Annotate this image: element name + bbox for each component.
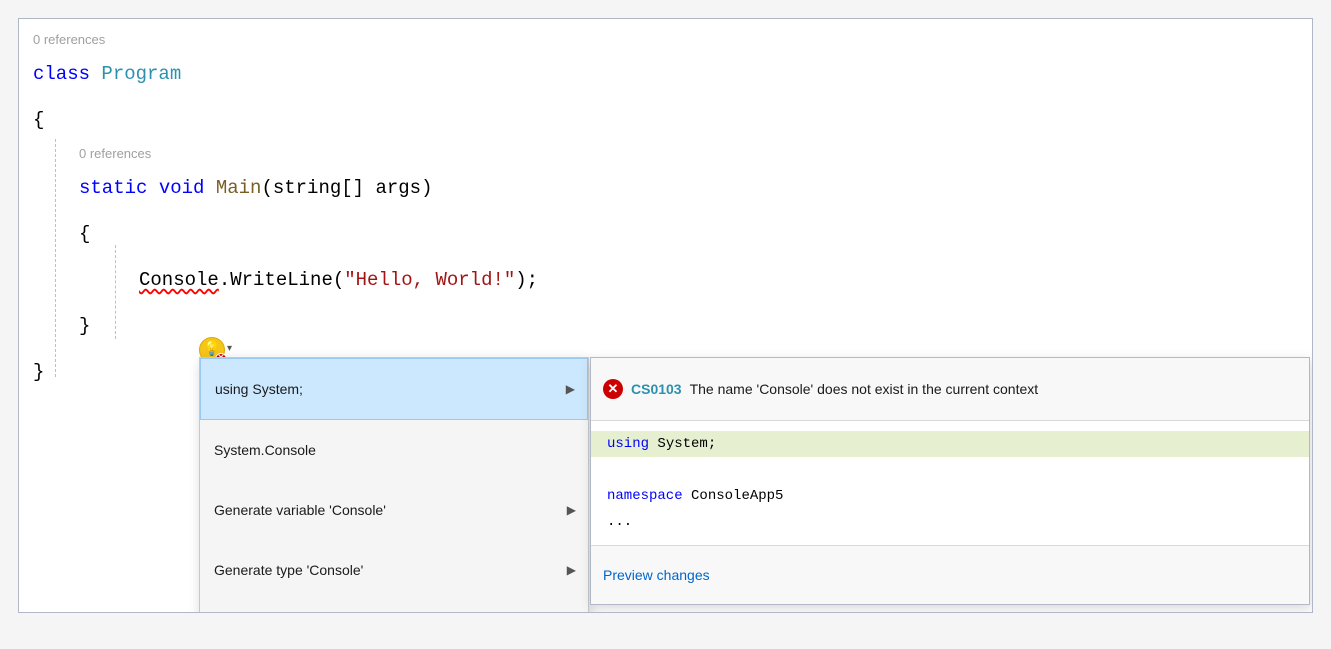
system-text-preview: System; xyxy=(657,436,716,452)
console-text: Console xyxy=(139,257,219,303)
menu-item-using-system-label: using System; xyxy=(215,366,303,412)
brace-close-inner-text: } xyxy=(79,303,90,349)
menu-item-change-console-label: Change 'Console' to 'ConsoleApp5'. xyxy=(214,607,436,613)
void-keyword: void xyxy=(159,165,205,211)
brace-open-inner: { xyxy=(79,211,90,257)
submenu-arrow-generate-var-icon: ▶ xyxy=(567,487,576,533)
inner-brace-open: { xyxy=(19,211,1312,257)
submenu-arrow-icon: ▶ xyxy=(566,366,575,412)
menu-item-system-console-label: System.Console xyxy=(214,427,316,473)
preview-footer: Preview changes xyxy=(591,545,1309,604)
code-editor-window: 0 references class Program { 0 reference… xyxy=(18,18,1313,613)
console-writeline-line: Console .WriteLine( "Hello, World!" ); xyxy=(19,257,1312,303)
class-name-space xyxy=(90,51,101,97)
quick-actions-menu[interactable]: using System; ▶ System.Console Generate … xyxy=(199,357,589,613)
static-keyword: static xyxy=(79,165,147,211)
error-circle-icon: ✕ xyxy=(603,379,623,399)
using-keyword-preview: using xyxy=(607,436,649,452)
string-literal: "Hello, World!" xyxy=(344,257,515,303)
code-editor-area: 0 references class Program { 0 reference… xyxy=(19,19,1312,405)
menu-item-system-console[interactable]: System.Console xyxy=(200,420,588,480)
namespace-name-preview: ConsoleApp5 xyxy=(691,488,783,504)
error-message-text: The name 'Console' does not exist in the… xyxy=(690,366,1039,412)
writeline-text: .WriteLine( xyxy=(219,257,344,303)
brace-open-outer: { xyxy=(33,97,44,143)
preview-changes-link[interactable]: Preview changes xyxy=(603,567,710,583)
menu-item-generate-type-label: Generate type 'Console' xyxy=(214,547,363,593)
menu-item-using-system[interactable]: using System; ▶ xyxy=(200,358,588,420)
main-method-name: Main xyxy=(216,165,262,211)
submenu-arrow-generate-type-icon: ▶ xyxy=(567,547,576,593)
space2 xyxy=(204,165,215,211)
preview-code-area: using System; namespace ConsoleApp5 ... xyxy=(591,421,1309,545)
error-code-label: CS0103 xyxy=(631,366,682,412)
menu-item-generate-variable[interactable]: Generate variable 'Console' ▶ xyxy=(200,480,588,540)
class-keyword: class xyxy=(33,51,90,97)
class-declaration-line: class Program xyxy=(19,51,1312,97)
close-paren-semi: ); xyxy=(515,257,538,303)
preview-line-3: namespace ConsoleApp5 xyxy=(591,483,1309,509)
method-declaration-line: static void Main (string[] args) xyxy=(19,165,1312,211)
error-detail-popup: ✕ CS0103 The name 'Console' does not exi… xyxy=(590,357,1310,605)
menu-item-generate-variable-label: Generate variable 'Console' xyxy=(214,487,386,533)
method-params: (string[] args) xyxy=(261,165,432,211)
space1 xyxy=(147,165,158,211)
error-header: ✕ CS0103 The name 'Console' does not exi… xyxy=(591,358,1309,421)
method-references-label: 0 references xyxy=(19,143,1312,165)
class-references-label: 0 references xyxy=(19,29,1312,51)
outer-brace-open: { xyxy=(19,97,1312,143)
namespace-keyword-preview: namespace xyxy=(607,488,683,504)
class-name: Program xyxy=(101,51,181,97)
preview-line-4: ... xyxy=(591,509,1309,535)
menu-item-generate-type[interactable]: Generate type 'Console' ▶ xyxy=(200,540,588,600)
brace-close-outer-text: } xyxy=(33,349,44,395)
preview-line-2 xyxy=(591,457,1309,483)
menu-item-change-console[interactable]: Change 'Console' to 'ConsoleApp5'. xyxy=(200,600,588,613)
preview-line-1: using System; xyxy=(591,431,1309,457)
